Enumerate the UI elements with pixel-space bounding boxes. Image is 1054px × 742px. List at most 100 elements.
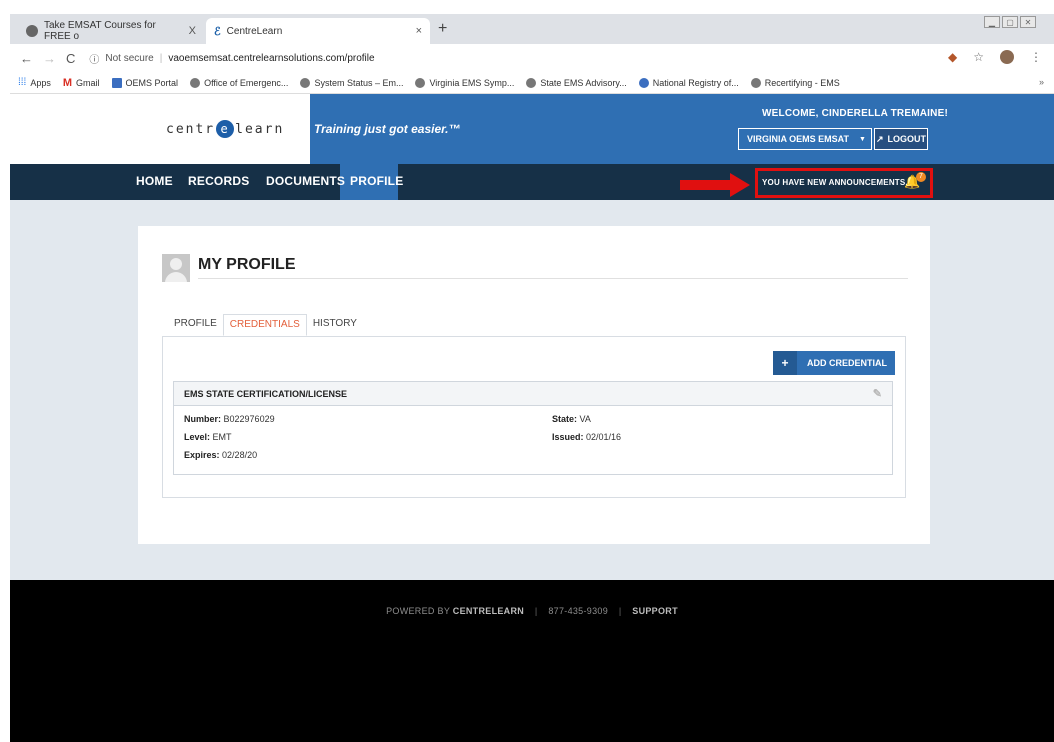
footer-text: POWERED BY CENTRELEARN | 877-435-9309 | … [10,606,1054,616]
bookmark-national-registry[interactable]: National Registry of... [638,77,739,88]
footer-support-link[interactable]: SUPPORT [632,606,678,616]
account-select[interactable]: VIRGINIA OEMS EMSAT ▼ [738,128,872,150]
globe-icon [526,77,537,88]
footer-brand[interactable]: CENTRELEARN [453,606,524,616]
plus-icon: + [773,351,797,375]
add-credential-label: ADD CREDENTIAL [807,358,887,368]
globe-icon [190,77,201,88]
logo-text: centr e learn [166,120,285,138]
centrelearn-favicon-icon: ℰ [214,25,221,38]
tab-credentials[interactable]: CREDENTIALS [222,314,307,336]
maximize-icon[interactable]: ▢ [1002,16,1018,28]
nav-home[interactable]: HOME [136,174,173,188]
extension-icon[interactable]: ◆ [948,50,957,64]
credential-issued: Issued: 02/01/16 [552,432,621,442]
site-header: centr e learn Training just got easier.™ W… [10,94,1054,164]
credential-card: EMS STATE CERTIFICATION/LICENSE ✎ Number… [173,381,893,475]
info-icon[interactable]: ⓘ [89,51,99,66]
browser-window: Take EMSAT Courses for FREE o X ℰ Centre… [10,14,1054,94]
credential-expires: Expires: 02/28/20 [184,450,257,460]
close-window-icon[interactable]: ✕ [1020,16,1036,28]
bookmark-oems-portal[interactable]: OEMS Portal [111,77,178,88]
bookmarks-bar: ⁞⁞⁞ Apps M Gmail OEMS Portal Office of Eme… [10,72,1054,94]
bookmark-recertifying[interactable]: Recertifying - EMS [750,77,840,88]
nav-documents[interactable]: DOCUMENTS [266,174,345,188]
bookmark-state-ems[interactable]: State EMS Advisory... [526,77,627,88]
tab-strip: Take EMSAT Courses for FREE o X ℰ Centre… [10,14,1054,44]
logout-label: LOGOUT [887,134,927,144]
globe-icon [26,25,38,37]
tab-history[interactable]: HISTORY [307,314,363,336]
title-divider [198,278,908,279]
bookmark-gmail[interactable]: M Gmail [63,77,100,89]
tab-profile[interactable]: PROFILE [168,314,223,336]
annotation-arrow-head [730,173,750,197]
bookmark-apps[interactable]: ⁞⁞⁞ Apps [18,77,51,88]
field-label: Expires: [184,450,220,460]
globe-icon [750,77,761,88]
browser-tab-emsat[interactable]: Take EMSAT Courses for FREE o X [18,18,204,44]
bookmark-office-emergency[interactable]: Office of Emergenc... [190,77,288,88]
pencil-edit-icon[interactable]: ✎ [873,387,882,400]
field-value: B022976029 [223,414,275,424]
close-tab-icon[interactable]: × [416,25,422,37]
security-label: Not secure [105,52,154,64]
page-title: MY PROFILE [198,256,296,273]
bookmark-virginia-ems[interactable]: Virginia EMS Symp... [415,77,514,88]
browser-tab-centrelearn[interactable]: ℰ CentreLearn × [206,18,430,44]
apps-grid-icon: ⁞⁞⁞ [18,77,27,88]
bookmark-system-status[interactable]: System Status – Em... [300,77,403,88]
avatar-head [170,258,182,270]
browser-toolbar-right: ◆ ☆ ⋮ [948,50,1042,64]
bookmarks-overflow-button[interactable]: » [1039,77,1044,87]
url-text[interactable]: vaoemsemsat.centrelearnsolutions.com/pro… [168,53,374,64]
forward-icon[interactable]: → [43,51,56,66]
add-credential-button[interactable]: + ADD CREDENTIAL [773,351,895,375]
credentials-panel: + ADD CREDENTIAL EMS STATE CERTIFICATION… [162,336,906,498]
new-tab-button[interactable]: + [438,20,447,38]
footer-separator: | [618,606,622,616]
site-footer: POWERED BY CENTRELEARN | 877-435-9309 | … [10,580,1054,742]
logo-e-icon: e [216,120,235,138]
annotation-highlight-box [755,168,933,198]
footer-phone: 877-435-9309 [548,606,609,616]
caret-down-icon: ▼ [859,135,866,143]
menu-kebab-icon[interactable]: ⋮ [1030,50,1042,64]
user-avatar-icon [162,254,190,282]
bookmark-star-icon[interactable]: ☆ [973,50,984,64]
back-icon[interactable]: ← [20,51,33,66]
account-select-value: VIRGINIA OEMS EMSAT [747,134,850,144]
field-label: Issued: [552,432,584,442]
globe-icon [415,77,426,88]
logout-button[interactable]: ↗ LOGOUT [874,128,928,150]
credential-number: Number: B022976029 [184,414,275,424]
credential-heading-text: EMS STATE CERTIFICATION/LICENSE [184,389,348,399]
profile-avatar-icon[interactable] [1000,50,1014,64]
window-controls: ▁ ▢ ✕ [984,16,1036,28]
tab-title: CentreLearn [226,25,283,37]
reload-icon[interactable]: C [66,51,75,66]
avatar-body [165,272,187,282]
centrelearn-logo[interactable]: centr e learn [10,94,310,164]
minimize-icon[interactable]: ▁ [984,16,1000,28]
welcome-message: WELCOME, CINDERELLA TREMAINE! [762,108,948,119]
omnibox[interactable]: ⓘ Not secure | vaoemsemsat.centrelearnso… [89,51,374,66]
nav-records[interactable]: RECORDS [188,174,249,188]
field-value: 02/28/20 [222,450,258,460]
close-tab-icon[interactable]: X [189,25,196,37]
profile-card: MY PROFILE PROFILE CREDENTIALS HISTORY +… [138,226,930,544]
footer-separator: | [534,606,538,616]
credential-heading: EMS STATE CERTIFICATION/LICENSE ✎ [174,382,892,406]
field-value: EMT [212,432,232,442]
portal-icon [111,77,122,88]
field-value: VA [579,414,591,424]
field-value: 02/01/16 [586,432,622,442]
annotation-arrow-shaft [680,180,730,190]
globe-icon [300,77,311,88]
main-nav: HOME RECORDS DOCUMENTS PROFILE YOU HAVE … [10,164,1054,207]
nav-profile[interactable]: PROFILE [350,174,403,188]
field-label: State: [552,414,578,424]
url-separator: | [159,52,163,64]
profile-tabs: PROFILE CREDENTIALS HISTORY [168,314,363,336]
field-label: Level: [184,432,211,442]
